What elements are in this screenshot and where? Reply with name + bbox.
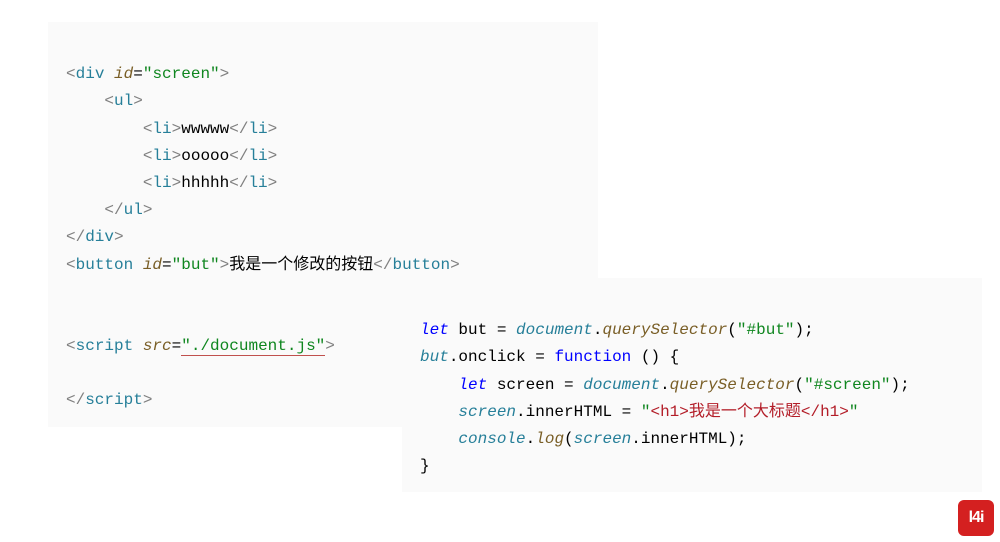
code-line: <li>wwwww</li> [66,120,277,138]
code-line: <script src="./document.js"> [66,337,335,356]
code-line: <button id="but">我是一个修改的按钮</button> [66,256,460,274]
js-code-block: let but = document.querySelector("#but")… [402,278,982,492]
brand-logo-text: l4i [969,509,984,527]
code-line: console.log(screen.innerHTML); [420,430,747,448]
code-line: </div> [66,228,124,246]
code-line [66,364,76,382]
code-line: </script> [66,391,152,409]
code-line: screen.innerHTML = "<h1>我是一个大标题</h1>" [420,403,859,421]
code-line: <li>ooooo</li> [66,147,277,165]
code-line: } [420,457,430,475]
code-line: <ul> [66,92,143,110]
code-line: but.onclick = function () { [420,348,679,366]
code-line: let but = document.querySelector("#but")… [420,321,814,339]
code-line: </ul> [66,201,152,219]
code-line [66,310,76,328]
code-line: <div id="screen"> [66,65,229,83]
code-line: <li>hhhhh</li> [66,174,277,192]
code-line: let screen = document.querySelector("#sc… [420,376,910,394]
brand-logo: l4i [958,500,994,536]
code-line [66,283,76,301]
